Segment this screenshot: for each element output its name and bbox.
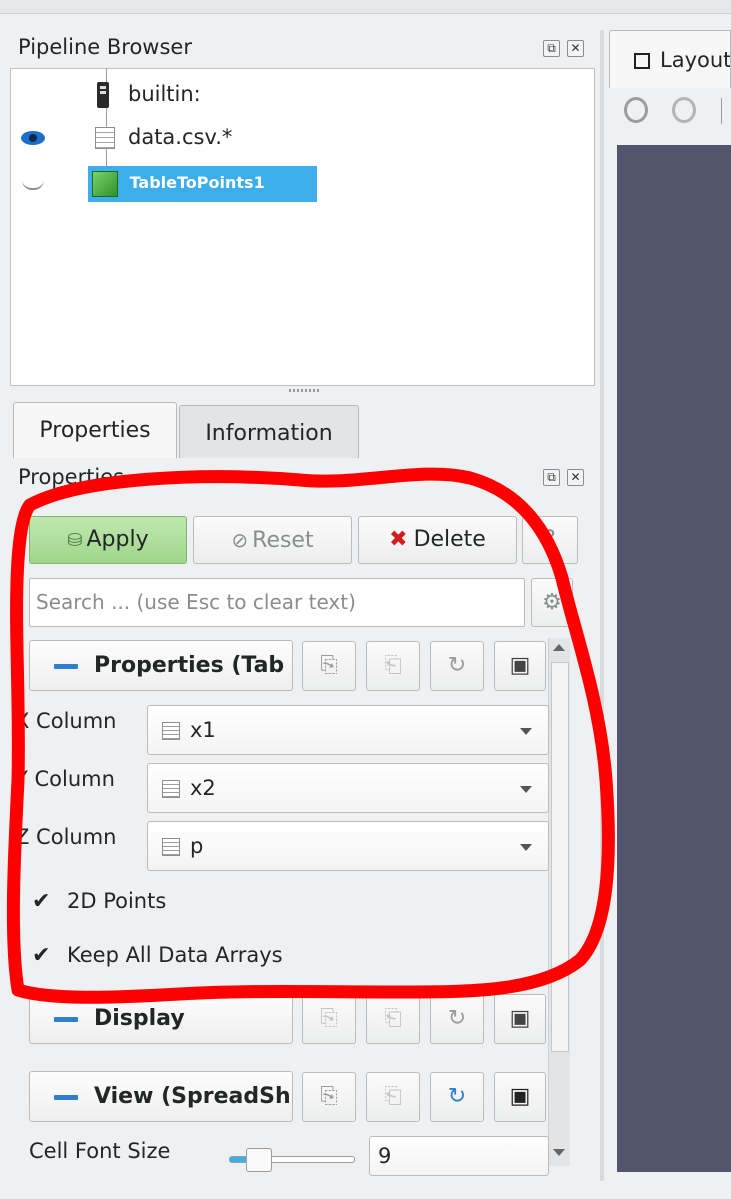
collapse-icon (54, 663, 78, 669)
section-view-header[interactable]: View (SpreadSh (29, 1071, 293, 1122)
y-column-select[interactable]: x2 (147, 763, 549, 813)
paste-icon[interactable]: ⎗ (366, 1072, 420, 1122)
table-icon (162, 780, 180, 798)
collapse-icon (54, 1016, 78, 1022)
delete-icon: ✖ (389, 527, 408, 552)
pipeline-item-builtin[interactable]: builtin: (128, 82, 201, 106)
reset-icon: ⊘ (231, 528, 249, 552)
reset-button[interactable]: ⊘ Reset (193, 516, 352, 564)
float-properties-icon[interactable]: ⧉ (543, 469, 560, 486)
gear-icon[interactable]: ⚙ (531, 578, 573, 627)
copy-icon[interactable]: ⎘ (302, 994, 356, 1044)
paste-icon[interactable]: ⎗ (366, 994, 420, 1044)
scroll-down-arrow[interactable] (553, 1149, 565, 1156)
save-icon[interactable]: ▣ (494, 994, 546, 1044)
reload-icon[interactable]: ↻ (430, 641, 484, 691)
save-icon[interactable]: ▣ (494, 641, 546, 691)
camera-redo-icon[interactable] (672, 97, 696, 123)
pipeline-item-tabletopoints: TableToPoints1 (129, 173, 265, 192)
tab-information[interactable]: Information (179, 405, 359, 458)
save-icon[interactable]: ▣ (494, 1072, 546, 1122)
layout-window-icon (634, 53, 650, 69)
paste-icon[interactable]: ⎗ (366, 641, 420, 691)
close-properties-icon[interactable]: ✕ (567, 469, 584, 486)
scroll-up-arrow[interactable] (553, 644, 565, 651)
table-icon (95, 127, 115, 149)
close-panel-icon[interactable]: ✕ (567, 40, 584, 57)
slider-handle[interactable] (246, 1148, 272, 1172)
float-panel-icon[interactable]: ⧉ (543, 40, 560, 57)
pipeline-item-selected[interactable]: TableToPoints1 (88, 166, 317, 202)
pipeline-tree[interactable] (10, 68, 595, 386)
cube-icon (92, 170, 118, 197)
pipeline-browser-title: Pipeline Browser (18, 35, 192, 59)
checkmark-icon[interactable]: ✔ (32, 943, 50, 968)
panel-splitter[interactable] (600, 30, 604, 1181)
tab-layout[interactable]: Layout (609, 30, 731, 88)
delete-button[interactable]: ✖ Delete (358, 516, 517, 564)
x-column-select[interactable]: x1 (147, 705, 549, 755)
apply-button[interactable]: ⛁ Apply (29, 516, 187, 564)
pipeline-item-data-csv[interactable]: data.csv.* (128, 125, 232, 149)
tab-properties[interactable]: Properties (13, 402, 177, 458)
2d-points-label[interactable]: 2D Points (67, 889, 166, 913)
x-column-label: X Column (15, 709, 117, 733)
checkmark-icon[interactable]: ✔ (32, 889, 50, 914)
copy-icon[interactable]: ⎘ (302, 641, 356, 691)
properties-panel-title: Properties (18, 465, 125, 489)
reload-icon[interactable]: ↻ (430, 994, 484, 1044)
chevron-down-icon (520, 728, 532, 735)
camera-undo-icon[interactable] (624, 97, 648, 123)
search-input[interactable]: Search ... (use Esc to clear text) (29, 578, 525, 627)
chevron-down-icon (520, 844, 532, 851)
z-column-select[interactable]: p (147, 821, 549, 871)
collapse-icon (54, 1094, 78, 1100)
scroll-thumb[interactable] (551, 662, 569, 1052)
toolbar-separator (721, 98, 722, 124)
eye-visible-icon[interactable] (21, 131, 45, 145)
reload-icon[interactable]: ↻ (430, 1072, 484, 1122)
section-display-header[interactable]: Display (29, 993, 293, 1044)
top-toolbar (0, 0, 731, 14)
keep-all-arrays-label[interactable]: Keep All Data Arrays (67, 943, 283, 967)
help-button[interactable]: ? (522, 516, 578, 564)
render-view[interactable] (617, 145, 731, 1172)
y-column-label: Y Column (15, 767, 115, 791)
z-column-label: Z Column (15, 825, 117, 849)
section-properties-header[interactable]: Properties (Tab (29, 640, 293, 691)
copy-icon[interactable]: ⎘ (302, 1072, 356, 1122)
splitter-grip[interactable] (289, 389, 321, 392)
chevron-down-icon (520, 786, 532, 793)
font-size-input[interactable]: 9 (369, 1136, 549, 1176)
server-icon (97, 82, 109, 108)
scrollbar[interactable] (548, 638, 570, 1166)
cell-font-size-label: Cell Font Size (29, 1139, 171, 1163)
font-size-slider[interactable] (229, 1148, 355, 1172)
table-icon (162, 722, 180, 740)
table-icon (162, 838, 180, 856)
apply-icon: ⛁ (67, 530, 83, 551)
